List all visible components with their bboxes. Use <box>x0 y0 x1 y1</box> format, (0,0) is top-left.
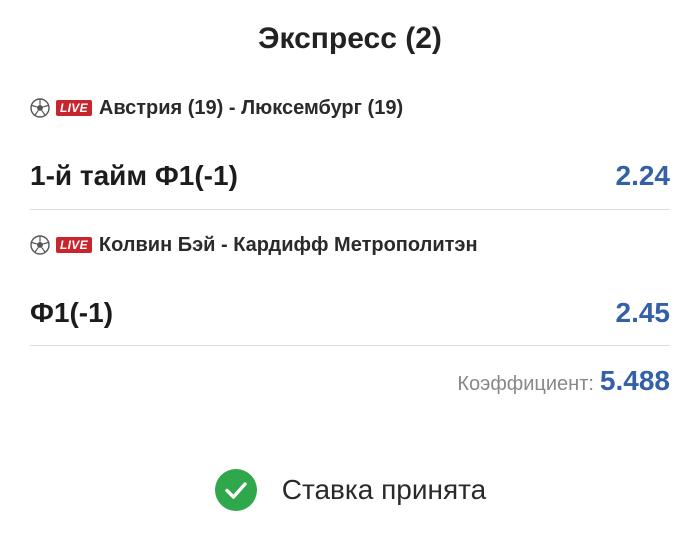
live-badge: LIVE <box>56 237 92 253</box>
bet-label: 1-й тайм Ф1(-1) <box>30 160 238 191</box>
soccer-ball-icon <box>30 98 50 118</box>
total-label: Коэффициент: <box>457 373 594 395</box>
bet-row: Ф1(-1) 2.45 <box>30 293 670 333</box>
divider <box>30 345 670 346</box>
bet-odd: 2.24 <box>615 160 671 191</box>
soccer-ball-icon <box>30 235 50 255</box>
event-header: LIVE Колвин Бэй - Кардифф Метрополитэн <box>30 231 670 259</box>
bet-status: Ставка принята <box>0 468 700 512</box>
total-coefficient: Коэффициент: 5.488 <box>457 365 670 397</box>
divider <box>30 209 670 210</box>
bet-label: Ф1(-1) <box>30 297 114 328</box>
status-text: Ставка принята <box>281 474 487 505</box>
event-item-2[interactable]: LIVE Колвин Бэй - Кардифф Метрополитэн Ф… <box>30 231 670 333</box>
total-value: 5.488 <box>599 365 670 396</box>
page-title: Экспресс (2) <box>258 22 442 55</box>
match-name: Колвин Бэй - Кардифф Метрополитэн <box>98 233 478 256</box>
match-name: Австрия (19) - Люксембург (19) <box>98 96 404 119</box>
bet-odd: 2.45 <box>615 297 671 328</box>
check-circle-icon <box>214 469 257 511</box>
event-header: LIVE Австрия (19) - Люксембург (19) <box>30 94 670 122</box>
live-badge: LIVE <box>56 100 92 116</box>
bet-row: 1-й тайм Ф1(-1) 2.24 <box>30 156 670 196</box>
event-item-1[interactable]: LIVE Австрия (19) - Люксембург (19) 1-й … <box>30 94 670 196</box>
